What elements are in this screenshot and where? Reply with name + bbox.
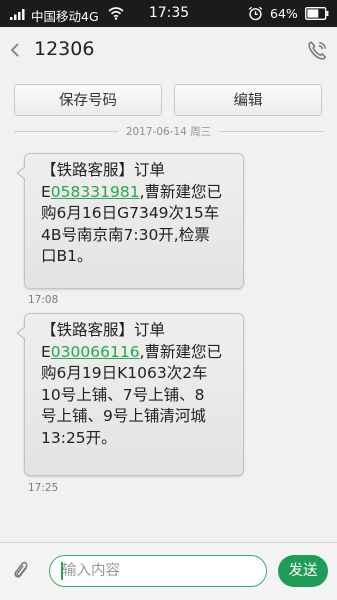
- message-line: 【铁路客服】订单: [41, 321, 166, 339]
- edit-button[interactable]: 编辑: [174, 84, 322, 116]
- message-line: 购6月19日K1063次2车: [41, 364, 208, 382]
- order-number-link[interactable]: 058331981: [51, 183, 140, 201]
- back-icon[interactable]: [8, 40, 22, 60]
- message-timestamp: 17:08: [28, 294, 59, 306]
- wifi-icon: [108, 7, 124, 20]
- message-input[interactable]: [49, 555, 267, 587]
- order-prefix: E: [41, 182, 51, 201]
- status-bar: 中国移动4G 17:35 64%: [0, 0, 337, 27]
- message-bubble[interactable]: 【铁路客服】订单 E058331981,曹新建您已 购6月16日G7349次15…: [16, 153, 244, 289]
- message-bubble[interactable]: 【铁路客服】订单 E030066116,曹新建您已 购6月19日K1063次2车…: [16, 313, 244, 476]
- message-line: 号上铺、9号上铺清河城: [41, 407, 206, 425]
- message-line: E030066116,曹新建您已: [41, 342, 235, 364]
- message-line: 【铁路客服】订单: [41, 161, 166, 179]
- order-prefix: E: [41, 342, 51, 361]
- send-button[interactable]: 发送: [278, 555, 328, 587]
- message-timestamp: 17:25: [28, 482, 59, 494]
- date-divider: 2017-06-14 周三: [14, 124, 323, 140]
- message-text: ,曹新建您已: [139, 182, 222, 201]
- phone-icon[interactable]: [305, 39, 329, 63]
- save-number-button[interactable]: 保存号码: [14, 84, 162, 116]
- divider-line: [219, 131, 323, 132]
- message-line: 13:25开。: [41, 428, 117, 447]
- alarm-icon: [248, 6, 263, 21]
- contact-title: 12306: [34, 38, 95, 60]
- message-line: E058331981,曹新建您已: [41, 182, 235, 204]
- message-line: 购6月16日G7349次15车: [41, 204, 220, 222]
- order-number-link[interactable]: 030066116: [51, 343, 140, 361]
- paperclip-icon[interactable]: [11, 560, 33, 582]
- message-line: 4B号南京南7:30开,检票: [41, 225, 210, 244]
- signal-icon: [10, 9, 25, 20]
- clock: 17:35: [148, 5, 190, 21]
- text-caret: [61, 562, 63, 580]
- message-text: ,曹新建您已: [139, 342, 222, 361]
- battery-icon: [305, 7, 329, 20]
- message-line: 口B1。: [41, 247, 93, 265]
- conversation-header: 12306: [0, 27, 337, 73]
- carrier-label: 中国移动4G: [31, 9, 99, 24]
- battery-percent: 64%: [270, 6, 298, 21]
- message-line: 10号上铺、7号上铺、8: [41, 385, 205, 404]
- composer-bar: 发送: [0, 542, 337, 600]
